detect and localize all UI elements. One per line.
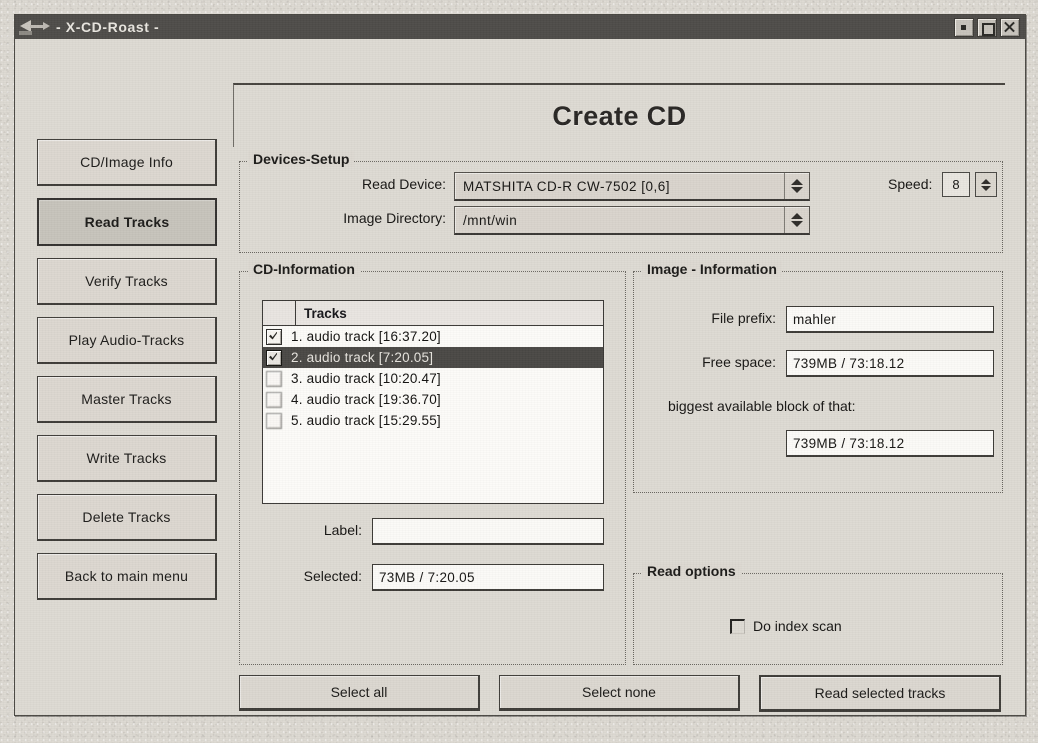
sidebar-item-label: Master Tracks [81, 391, 172, 407]
sidebar-item-verify-tracks[interactable]: Verify Tracks [37, 258, 217, 305]
label-field-label: Label: [323, 522, 362, 538]
window-title: - X-CD-Roast - [56, 19, 160, 35]
tracks-list[interactable]: Tracks 1. audio track [16:37.20] 2. audi… [262, 300, 604, 504]
sidebar-item-label: Read Tracks [84, 214, 170, 230]
table-row[interactable]: 4. audio track [19:36.70] [263, 389, 603, 410]
track-checkbox-icon[interactable] [266, 349, 282, 366]
chevron-updown-icon[interactable] [784, 207, 809, 233]
main-content-pane: Create CD Devices-Setup Read Device: MAT… [233, 83, 1005, 712]
read-selected-tracks-button[interactable]: Read selected tracks [759, 675, 1001, 712]
read-device-value: MATSHITA CD-R CW-7502 [0,6] [463, 178, 671, 194]
page-title-banner: Create CD [233, 83, 1005, 147]
table-row[interactable]: 2. audio track [7:20.05] [263, 347, 603, 368]
tracks-list-header: Tracks [263, 301, 603, 326]
table-row[interactable]: 5. audio track [15:29.55] [263, 410, 603, 431]
chevron-updown-icon[interactable] [784, 173, 809, 199]
window-titlebar: - X-CD-Roast - [15, 15, 1025, 39]
image-directory-label: Image Directory: [343, 210, 446, 226]
sidebar-item-cd-image-info[interactable]: CD/Image Info [37, 139, 217, 186]
selected-field-label: Selected: [303, 568, 362, 584]
track-label: 3. audio track [10:20.47] [291, 371, 441, 386]
cd-information-group: CD-Information Tracks 1. audio track [16… [239, 261, 626, 665]
do-index-scan-label: Do index scan [753, 618, 842, 634]
sidebar-item-back-to-main-menu[interactable]: Back to main menu [37, 553, 217, 600]
read-options-group: Read options Do index scan [633, 563, 1003, 665]
speed-value[interactable]: 8 [942, 172, 970, 197]
devices-setup-legend: Devices-Setup [248, 151, 355, 167]
sidebar-item-delete-tracks[interactable]: Delete Tracks [37, 494, 217, 541]
cd-information-legend: CD-Information [248, 261, 360, 277]
do-index-scan-checkbox-icon[interactable] [730, 618, 745, 634]
sidebar-item-write-tracks[interactable]: Write Tracks [37, 435, 217, 482]
label-input[interactable] [372, 518, 604, 545]
maximize-button[interactable] [977, 17, 997, 37]
xcdroast-logo-icon [18, 18, 52, 36]
biggest-block-label: biggest available block of that: [668, 398, 856, 414]
selected-size-value: 73MB / 7:20.05 [372, 564, 604, 591]
track-checkbox-icon[interactable] [266, 328, 282, 345]
read-options-legend: Read options [642, 563, 741, 579]
free-space-label: Free space: [702, 354, 776, 370]
tracks-column-header: Tracks [304, 305, 347, 321]
spinner-arrows-icon[interactable] [975, 172, 997, 197]
sidebar-navigation: CD/Image Info Read Tracks Verify Tracks … [37, 139, 217, 612]
sidebar-item-read-tracks[interactable]: Read Tracks [37, 198, 217, 246]
file-prefix-input[interactable]: mahler [786, 306, 994, 333]
minimize-button[interactable] [954, 17, 974, 37]
sidebar-item-master-tracks[interactable]: Master Tracks [37, 376, 217, 423]
image-directory-combobox[interactable]: /mnt/win [454, 206, 810, 235]
track-label: 1. audio track [16:37.20] [291, 329, 441, 344]
read-device-combobox[interactable]: MATSHITA CD-R CW-7502 [0,6] [454, 172, 810, 201]
window-body: CD/Image Info Read Tracks Verify Tracks … [15, 39, 1025, 713]
window-controls [954, 17, 1022, 37]
track-checkbox-icon[interactable] [266, 412, 282, 429]
sidebar-item-label: Delete Tracks [82, 509, 171, 525]
table-row[interactable]: 1. audio track [16:37.20] [263, 326, 603, 347]
sidebar-item-label: Verify Tracks [85, 273, 168, 289]
image-directory-value: /mnt/win [463, 212, 518, 228]
bottom-button-bar: Select all Select none Read selected tra… [239, 675, 1001, 712]
sidebar-item-play-audio-tracks[interactable]: Play Audio-Tracks [37, 317, 217, 364]
track-label: 4. audio track [19:36.70] [291, 392, 441, 407]
sidebar-item-label: Play Audio-Tracks [68, 332, 185, 348]
devices-setup-group: Devices-Setup Read Device: MATSHITA CD-R… [239, 151, 1003, 253]
track-checkbox-icon[interactable] [266, 391, 282, 408]
speed-label: Speed: [888, 176, 933, 192]
sidebar-item-label: CD/Image Info [80, 154, 173, 170]
track-checkbox-icon[interactable] [266, 370, 282, 387]
select-none-button[interactable]: Select none [499, 675, 740, 711]
page-title: Create CD [552, 100, 687, 131]
table-row[interactable]: 3. audio track [10:20.47] [263, 368, 603, 389]
track-label: 2. audio track [7:20.05] [291, 350, 434, 365]
track-label: 5. audio track [15:29.55] [291, 413, 441, 428]
tracks-checkbox-column-header [263, 301, 296, 325]
read-device-label: Read Device: [361, 176, 446, 192]
biggest-block-value: 739MB / 73:18.12 [786, 430, 994, 457]
application-window: - X-CD-Roast - CD/Image Info Read Tracks… [14, 14, 1026, 716]
select-all-button[interactable]: Select all [239, 675, 480, 711]
file-prefix-label: File prefix: [711, 310, 776, 326]
close-button[interactable] [1000, 17, 1020, 37]
image-information-legend: Image - Information [642, 261, 782, 277]
sidebar-item-label: Write Tracks [86, 450, 167, 466]
tracks-list-rows: 1. audio track [16:37.20] 2. audio track… [263, 326, 603, 431]
sidebar-item-label: Back to main menu [64, 568, 189, 584]
do-index-scan-row[interactable]: Do index scan [730, 618, 842, 634]
free-space-value: 739MB / 73:18.12 [786, 350, 994, 377]
speed-spinner[interactable]: 8 [942, 172, 997, 197]
image-information-group: Image - Information File prefix: mahler … [633, 261, 1003, 493]
